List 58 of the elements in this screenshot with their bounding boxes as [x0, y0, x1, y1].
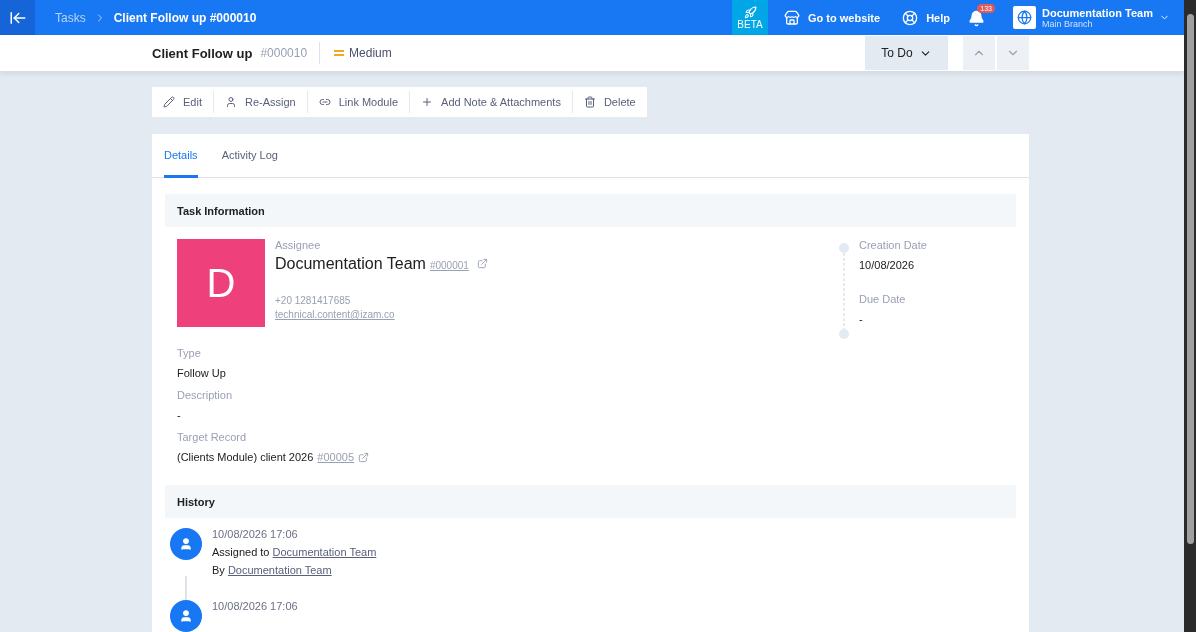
task-title: Client Follow up: [152, 45, 253, 61]
external-link-icon: [358, 451, 370, 463]
action-button[interactable]: Edit: [152, 91, 213, 113]
help-button[interactable]: Help: [896, 8, 956, 27]
tab[interactable]: Activity Log: [221, 134, 278, 178]
record-link[interactable]: #00005: [317, 451, 355, 463]
beta-button[interactable]: BETA: [732, 0, 768, 35]
section-header: Task Information: [165, 194, 1016, 227]
action-button[interactable]: Re-Assign: [212, 91, 307, 113]
status-dropdown[interactable]: To Do: [865, 36, 948, 70]
plus-icon: [421, 96, 434, 108]
field-value: -: [859, 313, 864, 325]
field-value: 10/08/2026: [859, 259, 916, 271]
priority-icon: [334, 50, 345, 56]
go-to-website-button[interactable]: Go to website: [778, 8, 887, 27]
field-label: Due Date: [859, 293, 907, 305]
section-header: History: [165, 485, 1016, 518]
field-label: Assignee: [275, 239, 322, 251]
store-icon: [784, 9, 800, 26]
user-avatar-icon: [170, 528, 202, 560]
field-value: Follow Up: [177, 367, 226, 379]
action-button[interactable]: Add Note & Attachments: [409, 91, 572, 113]
external-link-icon: [476, 258, 488, 269]
field-label: Type: [177, 347, 202, 359]
breadcrumb-link[interactable]: Tasks: [55, 10, 86, 25]
history-time: 10/08/2026 17:06: [212, 600, 298, 612]
avatar: D: [177, 239, 265, 327]
account-menu[interactable]: Documentation Team Main Branch: [1006, 5, 1176, 30]
breadcrumb-current: Client Follow up #000010: [113, 10, 257, 25]
priority-label: Medium: [349, 46, 392, 60]
bell-icon: [967, 10, 985, 27]
trash-icon: [583, 96, 596, 108]
assignee-link[interactable]: Documentation Team: [272, 546, 377, 558]
field-label: Creation Date: [859, 239, 928, 251]
history-time: 10/08/2026 17:06: [212, 528, 299, 540]
email-link[interactable]: technical.content@izam.co: [275, 309, 395, 320]
user-icon: [224, 96, 237, 108]
action-button[interactable]: Link Module: [306, 91, 410, 113]
assignee-name: Documentation Team: [275, 255, 426, 273]
field-value: -: [177, 409, 181, 421]
field-label: Description: [177, 389, 234, 401]
assignee-code-link[interactable]: #000001: [429, 260, 469, 271]
tab[interactable]: Details: [164, 134, 198, 178]
pencil-icon: [163, 96, 175, 108]
field-value: (Clients Module) client 2026: [177, 451, 314, 463]
field-label: Target Record: [177, 431, 248, 443]
task-number: #000010: [260, 42, 321, 64]
back-button[interactable]: [0, 0, 35, 35]
rocket-icon: [743, 5, 757, 19]
author-link[interactable]: Documentation Team: [227, 564, 332, 576]
scrollbar-thumb[interactable]: [1186, 14, 1194, 544]
action-button[interactable]: Delete: [571, 91, 647, 113]
phone-number: +20 1281417685: [275, 295, 352, 306]
logo-icon: [1012, 6, 1036, 29]
link-icon: [318, 96, 331, 108]
lifebuoy-icon: [902, 9, 919, 26]
history-action: Assigned to: [212, 546, 270, 558]
history-by: By: [212, 564, 225, 576]
